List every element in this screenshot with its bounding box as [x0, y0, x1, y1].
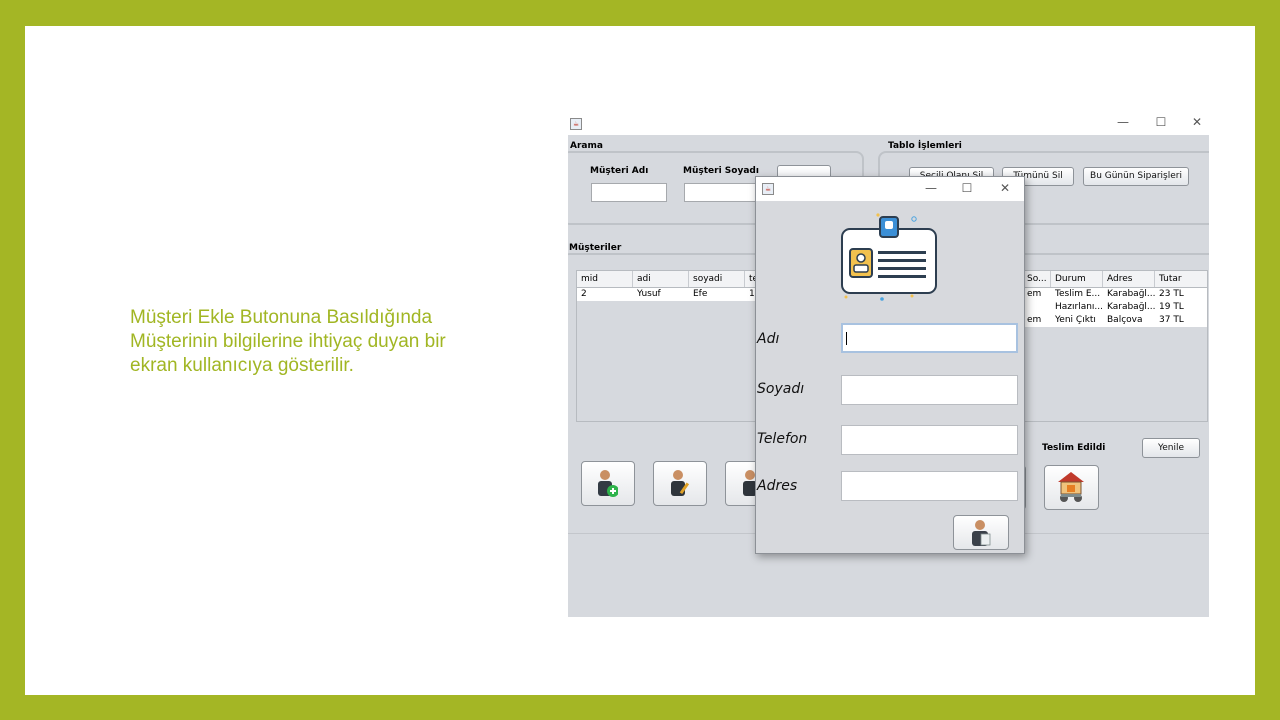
table-cell: Karabağl...: [1107, 302, 1155, 312]
search-panel-title: Arama: [570, 141, 603, 151]
last-name-label: Soyadı: [757, 381, 805, 397]
table-row[interactable]: 2 Yusuf Efe 11: [577, 288, 767, 301]
customers-label: Müşteriler: [569, 243, 622, 253]
phone-label: Telefon: [757, 431, 808, 447]
java-app-icon: ☕: [570, 118, 582, 130]
address-label: Adres: [757, 478, 798, 494]
table-cell: Karabağl...: [1107, 289, 1155, 299]
refresh-button[interactable]: Yenile: [1142, 438, 1200, 458]
table-cell: Hazırlanı...: [1055, 302, 1103, 312]
dialog-minimize-button[interactable]: —: [920, 181, 942, 195]
first-name-field[interactable]: [841, 323, 1018, 353]
edit-customer-button[interactable]: [653, 461, 707, 506]
caption-line-3: ekran kullanıcıya gösterilir.: [130, 355, 354, 376]
caption-line-1: Müşteri Ekle Butonuna Basıldığında: [130, 307, 433, 328]
right-table-header: So... Durum Adres Tutar: [1023, 271, 1207, 288]
table-cell: 23 TL: [1159, 289, 1184, 299]
dialog-titlebar: ☕ — ☐ ✕: [756, 177, 1024, 201]
delivery-scooter-icon: [1058, 472, 1084, 502]
table-cell: Yeni Çıktı: [1055, 315, 1096, 325]
delivered-button[interactable]: [1044, 465, 1099, 510]
table-cell: Teslim E...: [1055, 289, 1101, 299]
table-cell: 2: [581, 289, 587, 299]
text-caret: [846, 332, 847, 345]
add-customer-dialog: ☕ — ☐ ✕ Adı Soyadı Telefon Adres: [755, 176, 1025, 554]
last-name-label: Müşteri Soyadı: [683, 166, 759, 176]
table-cell: 19 TL: [1159, 302, 1184, 312]
delivered-label: Teslim Edildi: [1042, 443, 1106, 453]
column-header[interactable]: So...: [1023, 271, 1051, 287]
table-cell: em: [1027, 289, 1042, 299]
dialog-maximize-button[interactable]: ☐: [956, 181, 978, 195]
first-name-label: Müşteri Adı: [590, 166, 649, 176]
minimize-button[interactable]: —: [1112, 115, 1134, 129]
phone-field[interactable]: [841, 425, 1018, 455]
save-customer-icon: [972, 520, 991, 546]
save-customer-button[interactable]: [953, 515, 1009, 550]
column-header[interactable]: soyadi: [689, 271, 745, 287]
close-button[interactable]: ✕: [1186, 115, 1208, 129]
dialog-close-button[interactable]: ✕: [994, 181, 1016, 195]
table-cell: Yusuf: [637, 289, 661, 299]
first-name-label: Adı: [757, 331, 780, 347]
first-name-search-input[interactable]: [591, 183, 667, 202]
last-name-search-input[interactable]: [684, 183, 760, 202]
id-card-icon: [841, 213, 937, 301]
table-cell: Balçova: [1107, 315, 1143, 325]
edit-customer-icon: [671, 470, 690, 496]
table-row[interactable]: Hazırlanı... Karabağl... 19 TL: [1023, 301, 1207, 314]
address-field[interactable]: [841, 471, 1018, 501]
table-cell: 37 TL: [1159, 315, 1184, 325]
table-row[interactable]: em Yeni Çıktı Balçova 37 TL: [1023, 314, 1207, 327]
column-header[interactable]: Tutar: [1155, 271, 1207, 287]
column-header[interactable]: Durum: [1051, 271, 1103, 287]
todays-orders-button[interactable]: Bu Günün Siparişleri: [1083, 167, 1189, 186]
left-table-header: mid adi soyadi te: [577, 271, 767, 288]
maximize-button[interactable]: ☐: [1150, 115, 1172, 129]
table-cell: em: [1027, 315, 1042, 325]
add-customer-button[interactable]: [581, 461, 635, 506]
table-cell: Efe: [693, 289, 708, 299]
java-app-icon: ☕: [762, 183, 774, 195]
add-customer-icon: [598, 470, 618, 497]
table-ops-title: Tablo İşlemleri: [888, 141, 962, 151]
table-cell: [1023, 301, 1051, 314]
caption-line-2: Müşterinin bilgilerine ihtiyaç duyan bir: [130, 331, 446, 352]
column-header[interactable]: adi: [633, 271, 689, 287]
column-header[interactable]: Adres: [1103, 271, 1155, 287]
last-name-field[interactable]: [841, 375, 1018, 405]
main-titlebar: ☕ — ☐ ✕: [568, 113, 1209, 135]
slide-caption: Müşteri Ekle Butonuna Basıldığında Müşte…: [130, 306, 510, 378]
table-row[interactable]: em Teslim E... Karabağl... 23 TL: [1023, 288, 1207, 301]
column-header[interactable]: mid: [577, 271, 633, 287]
